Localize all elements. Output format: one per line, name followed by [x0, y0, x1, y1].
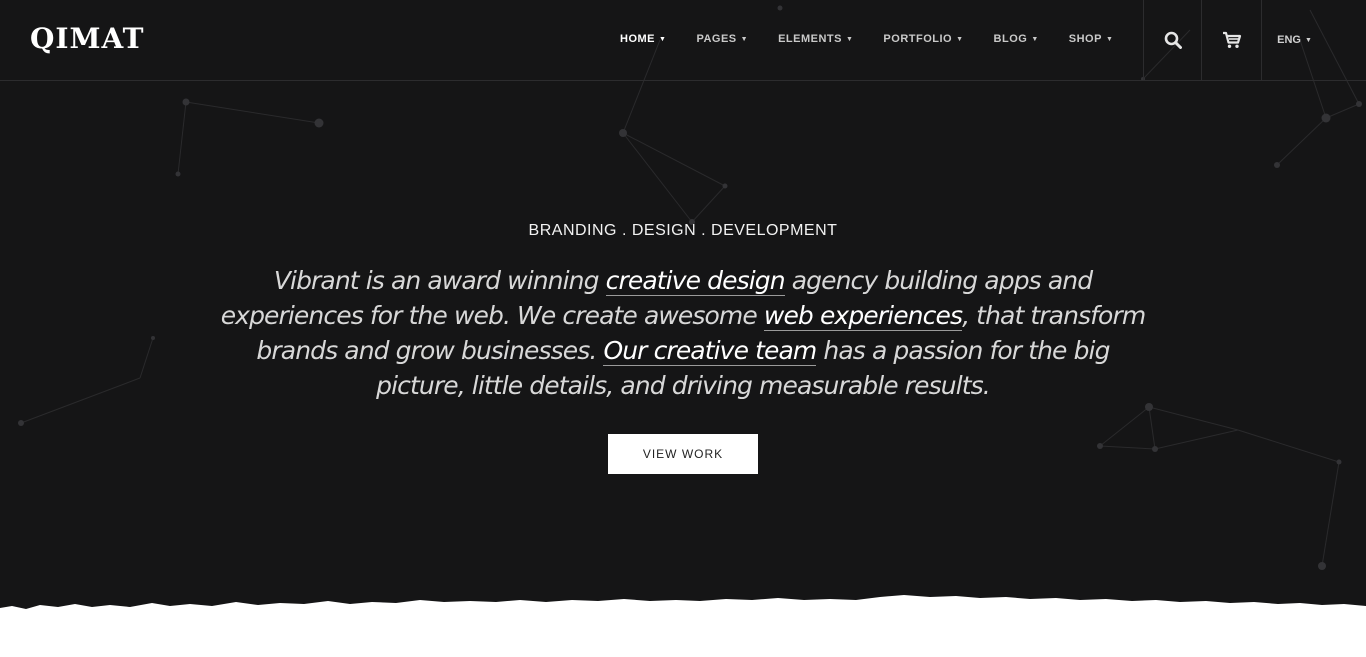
nav-item-label: ELEMENTS — [778, 33, 842, 45]
hero-intro: Vibrant is an award winning creative des… — [213, 263, 1153, 403]
chevron-down-icon: ▼ — [956, 35, 964, 43]
nav-item-home[interactable]: HOME ▼ — [620, 33, 666, 45]
chevron-down-icon: ▼ — [740, 35, 749, 43]
cart-button[interactable] — [1201, 0, 1261, 80]
language-selector[interactable]: ENG ▼ — [1261, 0, 1327, 80]
chevron-down-icon: ▼ — [845, 35, 854, 43]
hero-tagline: BRANDING . DESIGN . DEVELOPMENT — [528, 222, 838, 239]
site-logo[interactable]: QIMAT — [30, 22, 145, 55]
chevron-down-icon: ▼ — [659, 35, 667, 43]
creative-design-link[interactable]: creative design — [605, 266, 786, 296]
web-experiences-link[interactable]: web experiences — [763, 301, 963, 331]
nav-item-label: PAGES — [696, 33, 737, 45]
hero-section: QIMAT HOME ▼ PAGES ▼ ELEMENTS ▼ PORTFOLI… — [0, 0, 1366, 640]
chevron-down-icon: ▼ — [1105, 35, 1114, 43]
cart-icon — [1222, 31, 1241, 48]
chevron-down-icon: ▼ — [1304, 36, 1312, 44]
view-work-button[interactable]: VIEW WORK — [608, 434, 758, 474]
nav-item-label: BLOG — [993, 33, 1028, 45]
site-header: QIMAT HOME ▼ PAGES ▼ ELEMENTS ▼ PORTFOLI… — [0, 0, 1366, 81]
nav-item-shop[interactable]: SHOP ▼ — [1069, 33, 1114, 45]
search-button[interactable] — [1143, 0, 1201, 80]
nav-item-elements[interactable]: ELEMENTS ▼ — [778, 33, 853, 45]
nav-item-label: SHOP — [1068, 33, 1102, 45]
nav-item-label: HOME — [620, 33, 655, 45]
language-label: ENG — [1277, 34, 1301, 46]
main-nav: HOME ▼ PAGES ▼ ELEMENTS ▼ PORTFOLIO ▼ BL… — [620, 33, 1143, 45]
search-icon — [1164, 31, 1182, 49]
nav-item-label: PORTFOLIO — [883, 33, 953, 45]
intro-text: Vibrant is an award winning — [273, 266, 606, 295]
nav-item-pages[interactable]: PAGES ▼ — [696, 33, 748, 45]
torn-paper-divider — [0, 595, 1366, 657]
chevron-down-icon: ▼ — [1031, 35, 1039, 43]
creative-team-link[interactable]: Our creative team — [603, 336, 817, 366]
nav-item-portfolio[interactable]: PORTFOLIO ▼ — [883, 33, 963, 45]
nav-item-blog[interactable]: BLOG ▼ — [994, 33, 1039, 45]
